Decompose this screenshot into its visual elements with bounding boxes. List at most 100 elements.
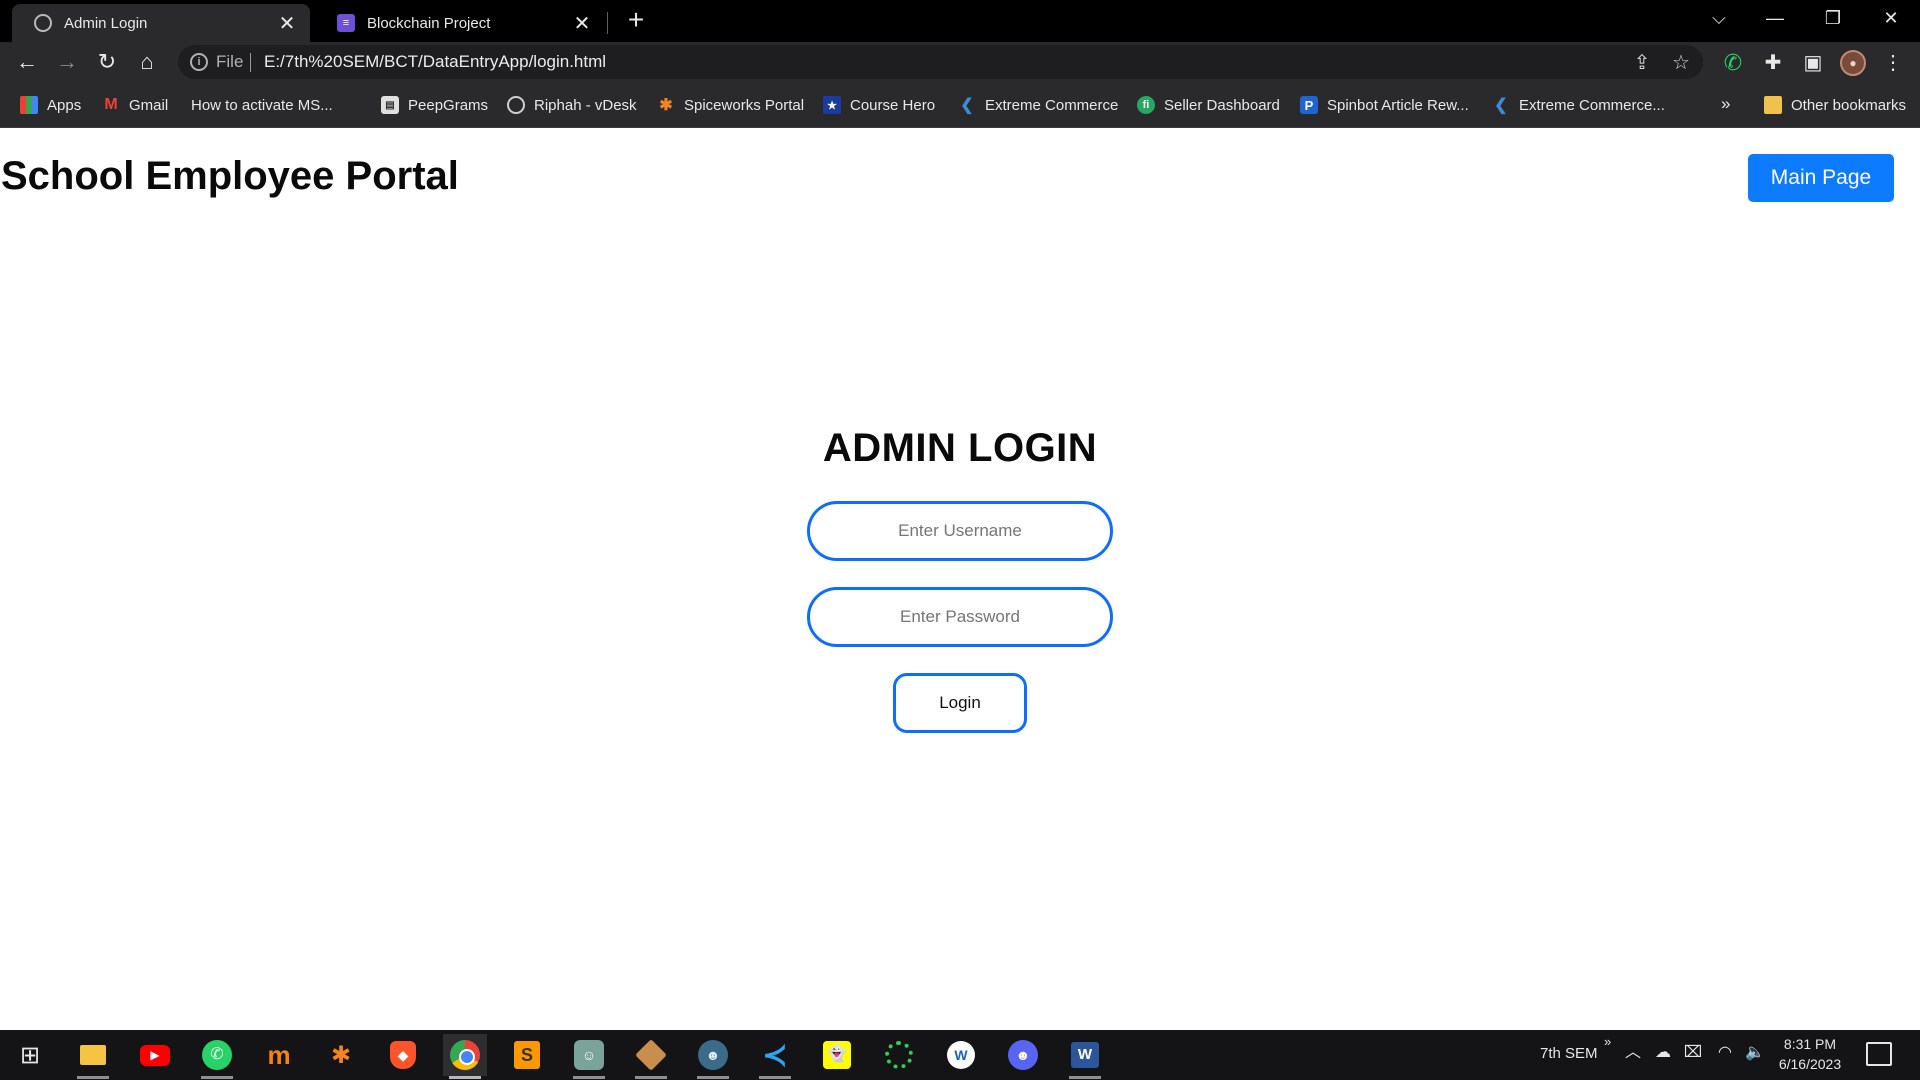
bookmark-spinbot[interactable]: P Spinbot Article Rew... (1300, 92, 1469, 118)
show-hidden-icons-caret[interactable]: ︿ (1622, 1042, 1644, 1064)
bookmark-label: Spinbot Article Rew... (1327, 96, 1469, 114)
seller-dashboard-icon: fi (1137, 96, 1155, 114)
bookmarks-bar: Apps M Gmail ▲ How to activate MS... ▤ P… (0, 82, 1920, 238)
bookmark-extreme-commerce-2[interactable]: ❮ Extreme Commerce... (1492, 92, 1665, 118)
bookmark-spiceworks[interactable]: ✱ Spiceworks Portal (657, 92, 804, 118)
password-input[interactable] (807, 587, 1113, 647)
minimize-button[interactable]: — (1752, 0, 1798, 38)
bookmark-riphah-vdesk[interactable]: Riphah - vDesk (507, 92, 637, 118)
tab-admin-login[interactable]: Admin Login ✕ (12, 4, 310, 42)
globe-icon (34, 14, 52, 32)
character-app-icon[interactable]: ☺ (567, 1034, 611, 1079)
w-app-icon[interactable]: W (939, 1034, 983, 1076)
back-arrow-icon[interactable]: ← (11, 46, 43, 78)
wifi-icon[interactable]: ◠ (1714, 1042, 1736, 1064)
share-icon[interactable]: ⇪ (1630, 51, 1654, 75)
url-text[interactable]: E:/7th%20SEM/BCT/DataEntryApp/login.html (264, 52, 606, 72)
close-tab-icon[interactable]: ✕ (571, 11, 593, 36)
admin-login-heading: ADMIN LOGIN (822, 426, 1098, 470)
gmail-icon: M (104, 96, 118, 113)
clock-date[interactable]: 6/16/2023 (1772, 1056, 1848, 1072)
peepgrams-icon: ▤ (381, 96, 399, 114)
extreme-commerce-icon: ❮ (1494, 97, 1508, 114)
more-bookmarks-chevron[interactable]: » (1721, 94, 1730, 114)
windows-taskbar: ⊞ ▶ ✆ m ✱ ◆ S ☺ ☻ ≺ 👻 W ☻ W 7th SEM » ︿ … (0, 1030, 1920, 1080)
bookmark-label: Apps (47, 96, 82, 114)
close-tab-icon[interactable]: ✕ (276, 11, 298, 36)
bookmark-label: Other bookmarks (1791, 96, 1907, 114)
bookmark-peepgrams[interactable]: ▤ PeepGrams (381, 92, 488, 118)
document-icon: ≡ (337, 14, 355, 32)
bookmark-label: Riphah - vDesk (534, 96, 637, 114)
bookmark-apps[interactable]: Apps (20, 92, 81, 118)
address-bar[interactable]: i File E:/7th%20SEM/BCT/DataEntryApp/log… (178, 45, 1703, 79)
game-helmet-icon[interactable]: ☻ (691, 1034, 735, 1079)
vscode-icon[interactable]: ≺ (753, 1034, 797, 1079)
main-page-button[interactable]: Main Page (1748, 154, 1894, 202)
windows-start-icon[interactable]: ⊞ (8, 1034, 52, 1076)
bookmark-gmail[interactable]: M Gmail (102, 92, 168, 118)
browser-tab-strip: Admin Login ✕ ≡ Blockchain Project ✕ + ⌵… (0, 0, 1920, 42)
more-menu-icon[interactable]: ⋮ (1880, 50, 1906, 76)
tab-title: Blockchain Project (367, 14, 491, 32)
bookmark-label: Extreme Commerce... (1519, 96, 1665, 114)
brave-browser-icon[interactable]: ◆ (381, 1034, 425, 1076)
moodle-icon[interactable]: m (257, 1034, 301, 1076)
bookmark-label: Course Hero (850, 96, 936, 114)
tray-toolbar-chevron-icon[interactable]: » (1604, 1034, 1611, 1049)
username-input[interactable] (807, 501, 1113, 561)
restore-button[interactable]: ❐ (1810, 0, 1856, 38)
globe-icon (507, 96, 525, 114)
web-page: School Employee Portal Main Page ADMIN L… (0, 128, 1920, 1030)
bookmark-label: Gmail (129, 96, 169, 114)
bookmark-course-hero[interactable]: ★ Course Hero (823, 92, 935, 118)
new-tab-button[interactable]: + (622, 6, 650, 36)
notification-center-icon[interactable] (1866, 1042, 1892, 1066)
whatsapp-extension-icon[interactable]: ✆ (1720, 50, 1746, 76)
file-explorer-icon[interactable] (71, 1034, 115, 1079)
tab-divider (607, 12, 608, 34)
bookmark-label: Spiceworks Portal (684, 96, 805, 114)
youtube-icon[interactable]: ▶ (133, 1034, 177, 1076)
bookmark-extreme-commerce[interactable]: ❮ Extreme Commerce (958, 92, 1118, 118)
ring-app-icon[interactable] (877, 1034, 921, 1076)
login-button[interactable]: Login (893, 673, 1027, 733)
close-window-button[interactable]: ✕ (1868, 0, 1914, 38)
chrome-icon[interactable] (443, 1034, 487, 1079)
tray-folder-label[interactable]: 7th SEM (1540, 1045, 1598, 1062)
bookmark-label: Seller Dashboard (1164, 96, 1280, 114)
package-box-icon[interactable] (629, 1034, 673, 1079)
course-hero-icon: ★ (823, 96, 841, 114)
extensions-puzzle-icon[interactable]: ✚ (1760, 50, 1786, 76)
snapchat-icon[interactable]: 👻 (815, 1034, 859, 1076)
forward-arrow-icon[interactable]: → (51, 46, 83, 78)
info-icon[interactable]: i (190, 53, 208, 71)
bookmark-seller-dashboard[interactable]: fi Seller Dashboard (1137, 92, 1280, 118)
bookmark-label: PeepGrams (408, 96, 489, 114)
tab-search-chevron-icon[interactable]: ⌵ (1696, 0, 1742, 38)
spiceworks-icon: ✱ (659, 97, 673, 114)
url-scheme: File (216, 52, 244, 71)
discord-icon[interactable]: ☻ (1001, 1034, 1045, 1076)
bookmark-star-icon[interactable]: ☆ (1669, 51, 1693, 75)
home-icon[interactable]: ⌂ (131, 46, 163, 78)
reload-icon[interactable]: ↻ (91, 46, 123, 78)
bookmark-label: How to activate MS... (191, 96, 333, 114)
network-ethernet-icon[interactable]: ⌧ (1682, 1042, 1704, 1064)
side-panel-icon[interactable]: ▣ (1800, 50, 1826, 76)
extreme-commerce-icon: ❮ (960, 97, 974, 114)
spiceworks-icon[interactable]: ✱ (319, 1034, 363, 1076)
onedrive-cloud-icon[interactable]: ☁ (1652, 1042, 1674, 1064)
clock-time[interactable]: 8:31 PM (1775, 1036, 1845, 1052)
spinbot-icon: P (1300, 96, 1318, 114)
profile-avatar[interactable]: ● (1840, 50, 1866, 76)
tab-title: Admin Login (64, 14, 148, 32)
bookmark-how-to-activate[interactable]: ▲ How to activate MS... (191, 92, 333, 238)
tab-blockchain-project[interactable]: ≡ Blockchain Project ✕ (315, 4, 605, 42)
word-icon[interactable]: W (1063, 1034, 1107, 1079)
sublime-text-icon[interactable]: S (505, 1034, 549, 1076)
volume-icon[interactable]: 🔈 (1744, 1042, 1766, 1064)
whatsapp-icon[interactable]: ✆ (195, 1034, 239, 1079)
portal-title: School Employee Portal (1, 154, 459, 198)
other-bookmarks[interactable]: Other bookmarks (1764, 92, 1906, 118)
